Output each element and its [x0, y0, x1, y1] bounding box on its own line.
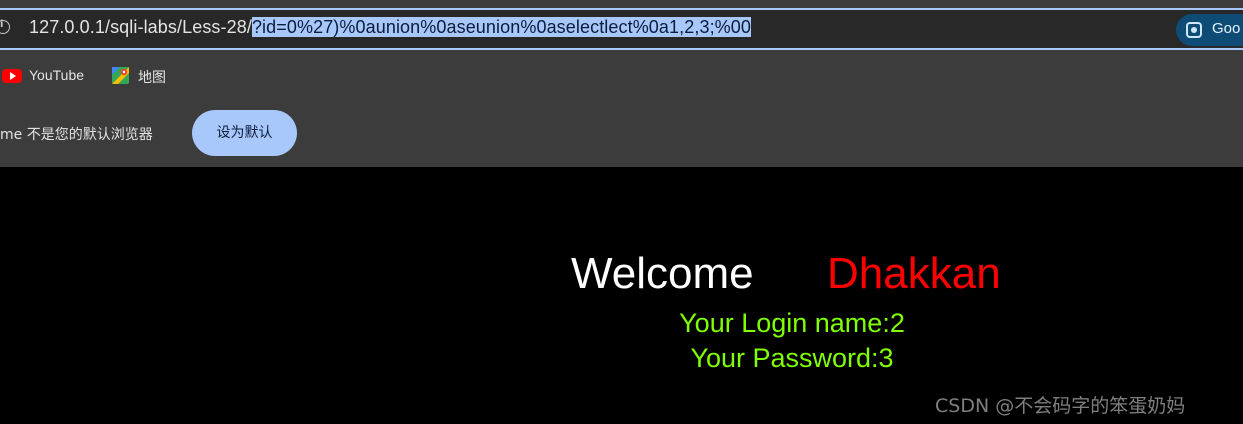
url-prefix: 127.0.0.1/sqli-labs/Less-28/	[29, 17, 252, 37]
google-lens-button[interactable]: Goo	[1176, 14, 1243, 46]
csdn-watermark: CSDN @不会码字的笨蛋奶妈	[935, 395, 1186, 417]
url-text[interactable]: 127.0.0.1/sqli-labs/Less-28/?id=0%27)%0a…	[29, 17, 751, 38]
tab-strip-edge	[0, 0, 1243, 6]
page-content: Welcome Dhakkan Your Login name:2 Your P…	[0, 167, 1243, 424]
lens-label: Goo	[1212, 20, 1241, 37]
maps-icon	[112, 67, 129, 84]
browser-chrome: 127.0.0.1/sqli-labs/Less-28/?id=0%27)%0a…	[0, 0, 1243, 167]
login-name-text: Your Login name:2	[679, 308, 905, 338]
password-text: Your Password:3	[690, 343, 894, 373]
youtube-icon	[2, 69, 22, 83]
default-browser-prompt: me 不是您的默认浏览器	[0, 127, 153, 143]
bookmark-youtube[interactable]: YouTube	[2, 66, 102, 86]
bookmark-label: YouTube	[29, 67, 85, 83]
lens-icon	[1186, 22, 1202, 38]
url-selected-text: ?id=0%27)%0aunion%0aseunion%0aselectlect…	[251, 17, 751, 37]
bookmark-label: 地图	[138, 69, 166, 85]
dhakkan-text: Dhakkan	[827, 249, 1001, 298]
bookmark-maps[interactable]: 地图	[112, 66, 182, 86]
set-default-button[interactable]: 设为默认	[192, 110, 297, 156]
welcome-text: Welcome	[571, 249, 754, 298]
